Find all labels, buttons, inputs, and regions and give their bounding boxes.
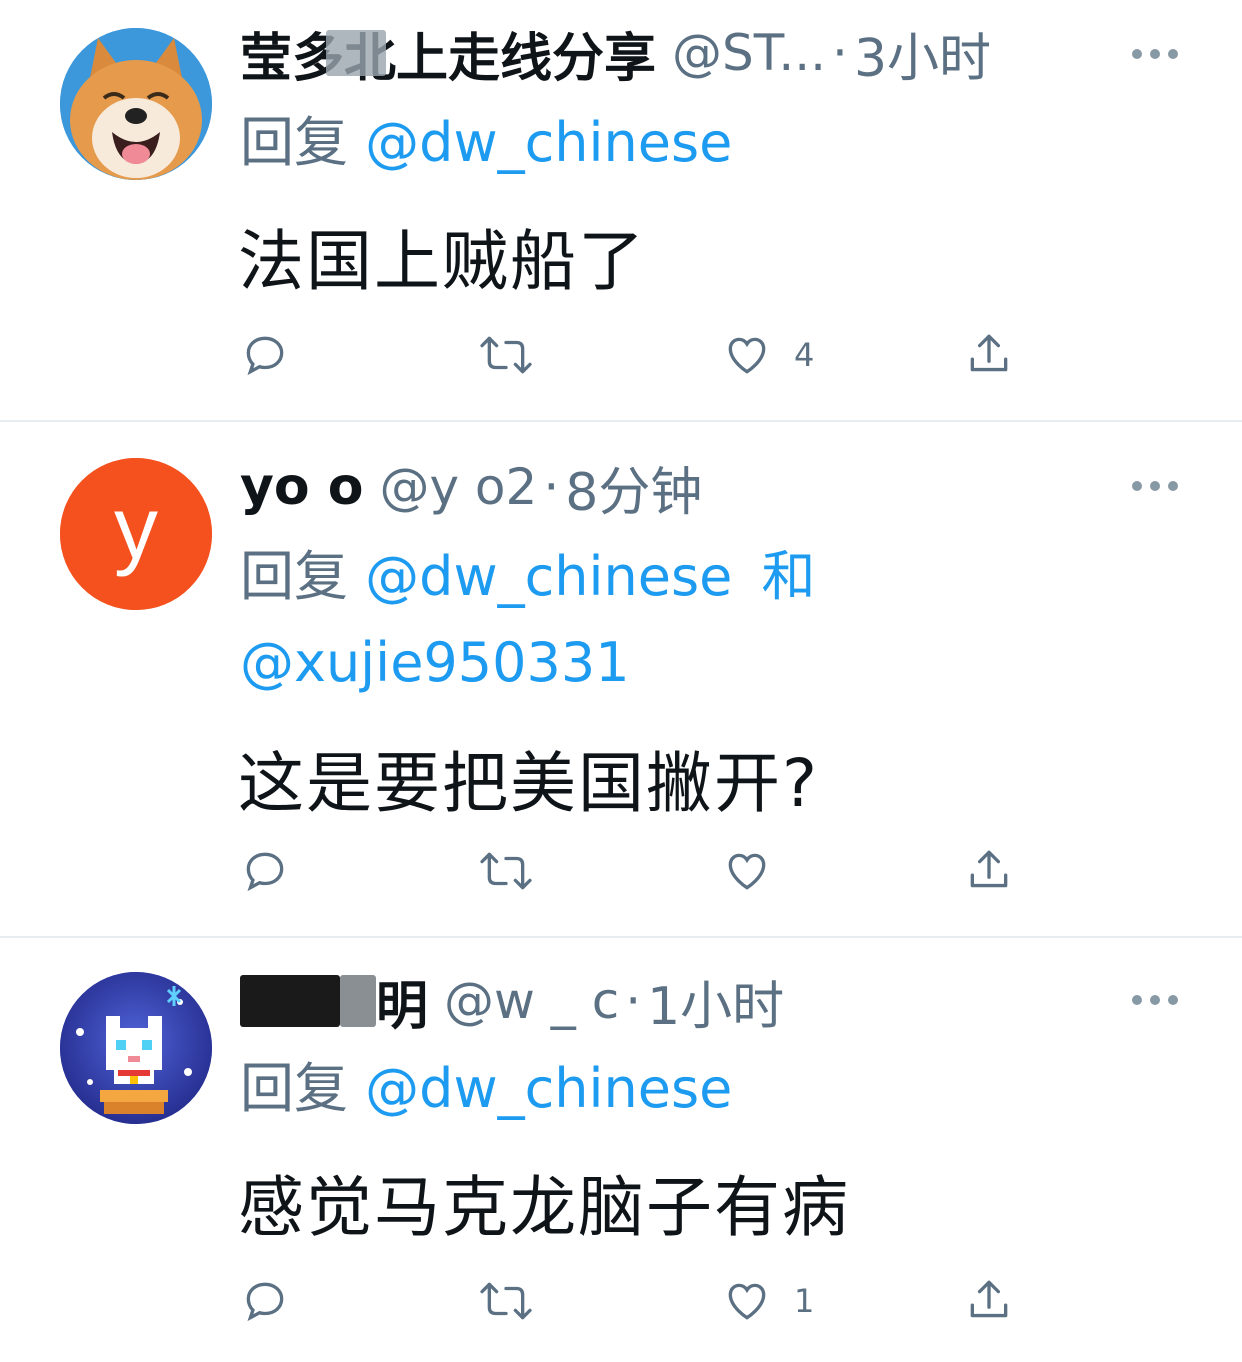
tweet-2[interactable]: y yo o @y o2 · 8分钟 回复 @dw_chinese 和 @xuj… [0,422,1242,936]
share-button[interactable] [964,1276,1014,1326]
more-icon[interactable] [1132,480,1178,492]
reply-button[interactable] [240,330,290,380]
separator-dot: · [625,972,642,1030]
display-name[interactable]: 明 [376,964,428,1039]
like-button[interactable]: 1 [722,1276,814,1326]
redaction [326,30,387,76]
share-icon [970,850,1008,888]
mention-link[interactable]: @dw_chinese [365,1057,732,1120]
tweet-text: 感觉马克龙脑子有病 [238,1169,850,1246]
display-name[interactable]: 莹多北上走线分享 [240,16,656,91]
mention-link[interactable]: @xujie950331 [240,631,630,694]
timestamp[interactable]: 3小时 [854,16,991,91]
like-button[interactable] [722,846,794,896]
display-name[interactable]: yo o [240,457,363,517]
more-icon[interactable] [1132,994,1178,1006]
timestamp[interactable]: 1小时 [647,964,784,1039]
timestamp[interactable]: 8分钟 [565,450,702,525]
reply-context: 回复 @dw_chinese 和 @xujie950331 [240,534,940,706]
retweet-icon [480,336,532,374]
reply-icon [246,1282,284,1322]
like-icon [728,853,766,890]
retweet-button[interactable] [478,330,534,380]
reply-prefix: 回复 [240,111,348,174]
like-button[interactable]: 4 [722,330,814,380]
avatar-letter-y[interactable]: y [60,458,212,610]
retweet-button[interactable] [478,1276,534,1326]
reply-button[interactable] [240,1276,290,1326]
separator-dot: · [543,458,560,516]
tweet-header: 明 @w _ c · 1小时 [240,964,784,1039]
user-handle[interactable]: @y o2 [379,458,537,516]
like-icon [728,337,766,374]
user-handle[interactable]: @ST... [672,24,826,82]
action-bar: 1 [240,1276,1030,1326]
reply-context: 回复 @dw_chinese [240,1046,732,1132]
avatar-pixel-cat[interactable] [60,972,212,1124]
reply-icon [246,336,284,376]
reply-prefix: 回复 [240,1057,348,1120]
retweet-icon [480,1282,532,1320]
reply-prefix: 回复 [240,545,348,608]
reply-button[interactable] [240,846,290,896]
like-icon [728,1283,766,1320]
reply-icon [246,852,284,892]
action-bar [240,846,1030,896]
tweet-text: 法国上贼船了 [238,223,646,300]
mention-link[interactable]: @dw_chinese [365,545,732,608]
share-icon [970,334,1008,372]
tweet-header: 莹多北上走线分享 @ST... · 3小时 [240,16,991,91]
action-bar: 4 [240,330,1030,380]
avatar-shiba[interactable] [60,28,212,180]
like-count: 4 [794,336,815,374]
tweet-1[interactable]: 莹多北上走线分享 @ST... · 3小时 回复 @dw_chinese 法国上… [0,0,1242,420]
retweet-icon [480,852,532,890]
share-button[interactable] [964,846,1014,896]
like-count: 1 [794,1282,815,1320]
reply-joiner: 和 [761,545,816,608]
mention-link[interactable]: @dw_chinese [365,111,732,174]
retweet-button[interactable] [478,846,534,896]
avatar-letter: y [114,478,158,577]
share-button[interactable] [964,330,1014,380]
separator-dot: · [832,24,848,82]
user-handle[interactable]: @w _ c [444,972,619,1030]
tweet-text: 这是要把美国撇开? [238,745,820,822]
reply-context: 回复 @dw_chinese [240,100,732,186]
redaction [240,975,340,1027]
more-icon[interactable] [1132,48,1178,60]
tweet-header: yo o @y o2 · 8分钟 [240,450,702,525]
share-icon [970,1280,1008,1318]
redaction [340,975,376,1027]
tweet-3[interactable]: 明 @w _ c · 1小时 回复 @dw_chinese 感觉马克龙脑子有病 … [0,938,1242,1362]
